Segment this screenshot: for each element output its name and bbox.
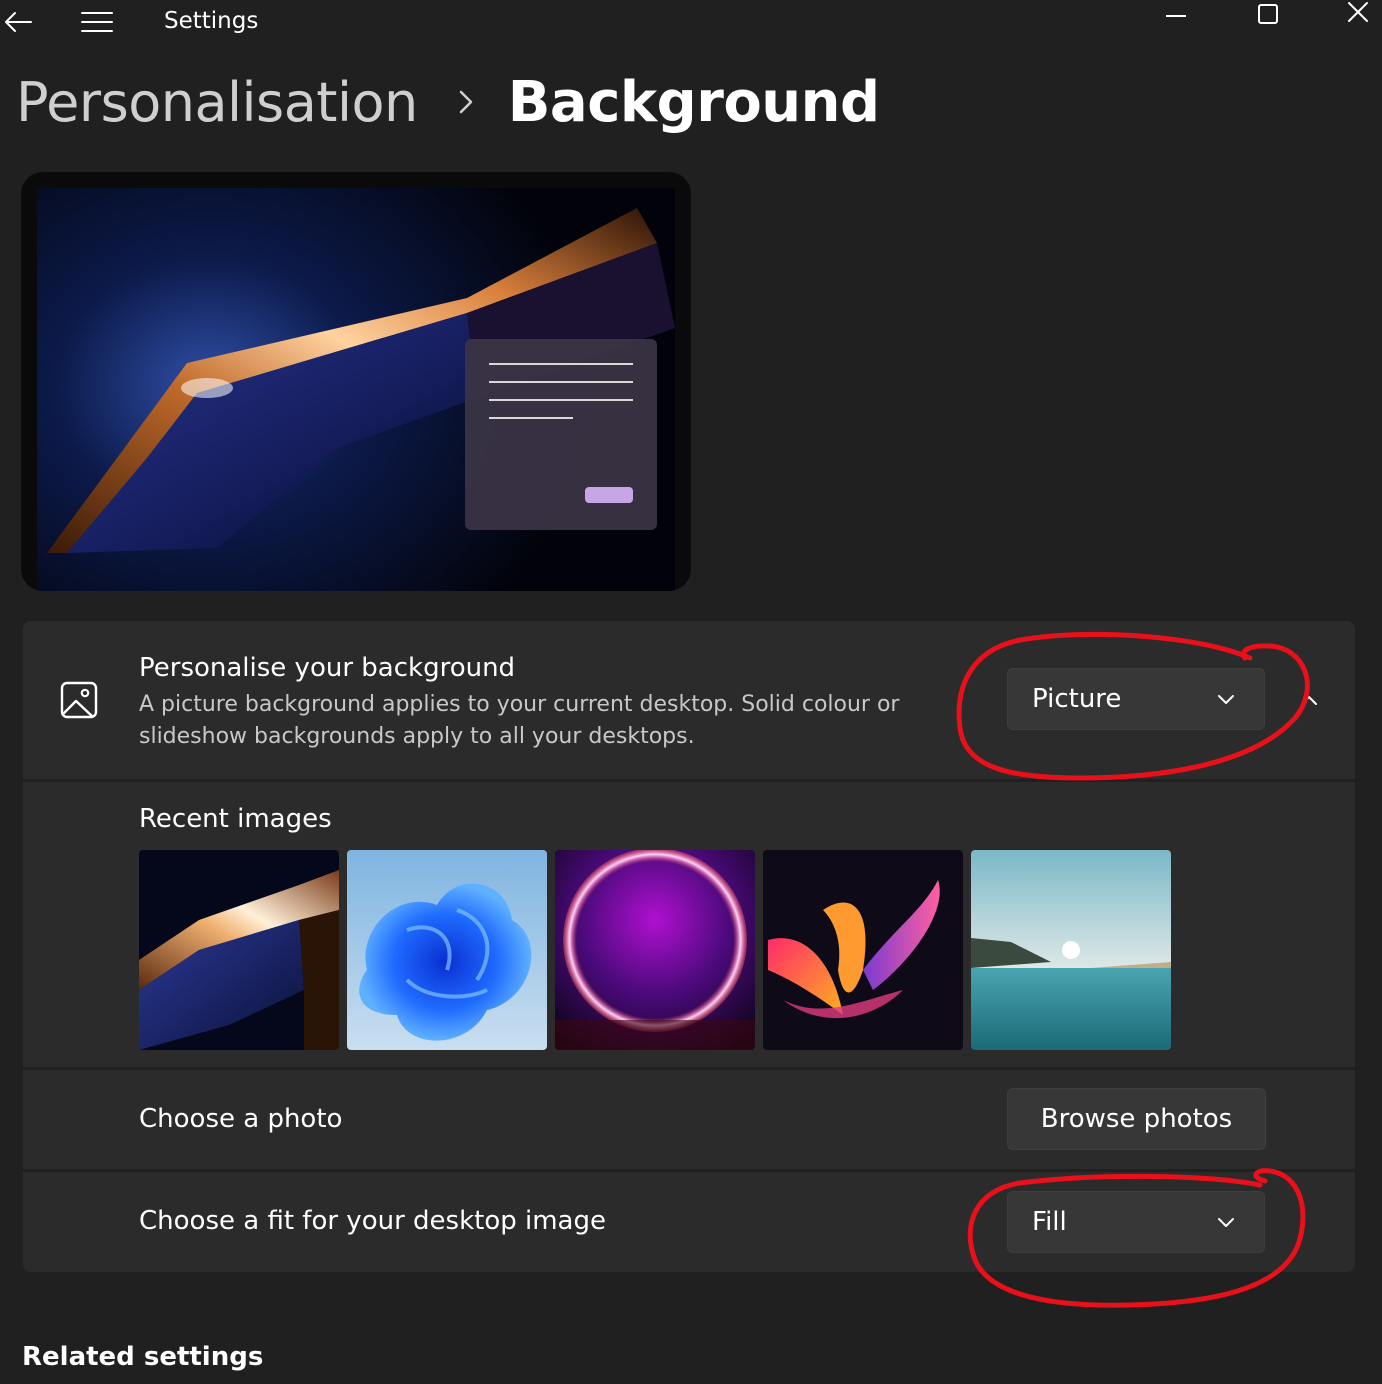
navigation-menu-button[interactable]	[76, 0, 118, 44]
recent-image-2[interactable]	[347, 850, 547, 1050]
recent-image-1[interactable]	[139, 850, 339, 1050]
preview-window	[465, 339, 657, 530]
maximize-button[interactable]	[1250, 0, 1286, 34]
maximize-icon	[1258, 4, 1278, 24]
app-title: Settings	[164, 8, 259, 34]
recent-image-4[interactable]	[763, 850, 963, 1050]
browse-photos-button[interactable]: Browse photos	[1007, 1088, 1266, 1150]
settings-window: Settings Personalisation Background Pers…	[0, 0, 1382, 1384]
fit-dropdown[interactable]: Fill	[1007, 1191, 1265, 1253]
chevron-down-icon	[1218, 1218, 1234, 1227]
hamburger-menu-icon	[81, 12, 113, 32]
recent-images-card: Recent images	[23, 782, 1355, 1067]
recent-image-5[interactable]	[971, 850, 1171, 1050]
minimize-button[interactable]	[1158, 0, 1194, 34]
choose-fit-row: Choose a fit for your desktop image Fill	[23, 1172, 1355, 1272]
personalise-description: A picture background applies to your cur…	[139, 692, 900, 749]
background-type-dropdown[interactable]: Picture	[1007, 668, 1265, 730]
recent-images-label: Recent images	[139, 804, 332, 834]
background-type-value: Picture	[1032, 684, 1122, 714]
choose-fit-label: Choose a fit for your desktop image	[139, 1206, 606, 1236]
desktop-preview	[21, 172, 691, 591]
breadcrumb-separator	[436, 88, 496, 116]
minimize-icon	[1166, 15, 1186, 17]
back-button[interactable]	[0, 0, 36, 44]
preview-accent-button	[585, 487, 633, 503]
close-button[interactable]	[1340, 0, 1376, 34]
personalise-background-card[interactable]: Personalise your background A picture ba…	[23, 621, 1355, 779]
choose-photo-label: Choose a photo	[139, 1104, 343, 1134]
breadcrumb-parent-link[interactable]: Personalisation	[16, 71, 418, 134]
chevron-up-icon[interactable]	[1297, 689, 1321, 713]
preview-text-line	[489, 363, 633, 365]
related-settings-heading: Related settings	[22, 1342, 264, 1372]
choose-photo-row: Choose a photo Browse photos	[23, 1070, 1355, 1169]
preview-text-line	[489, 399, 633, 401]
personalise-title: Personalise your background	[139, 653, 516, 683]
preview-text-line	[489, 417, 573, 419]
preview-text-line	[489, 381, 633, 383]
page-title: Background	[507, 69, 880, 135]
title-bar: Settings	[0, 0, 1382, 46]
back-arrow-icon	[5, 12, 32, 32]
recent-images-list	[139, 850, 1171, 1050]
close-icon	[1348, 2, 1368, 22]
breadcrumb: Personalisation Background	[16, 66, 880, 138]
recent-image-3[interactable]	[555, 850, 755, 1050]
chevron-down-icon	[1218, 695, 1234, 704]
fit-value: Fill	[1032, 1207, 1067, 1237]
picture-icon	[60, 681, 98, 719]
chevron-right-icon	[459, 90, 472, 114]
